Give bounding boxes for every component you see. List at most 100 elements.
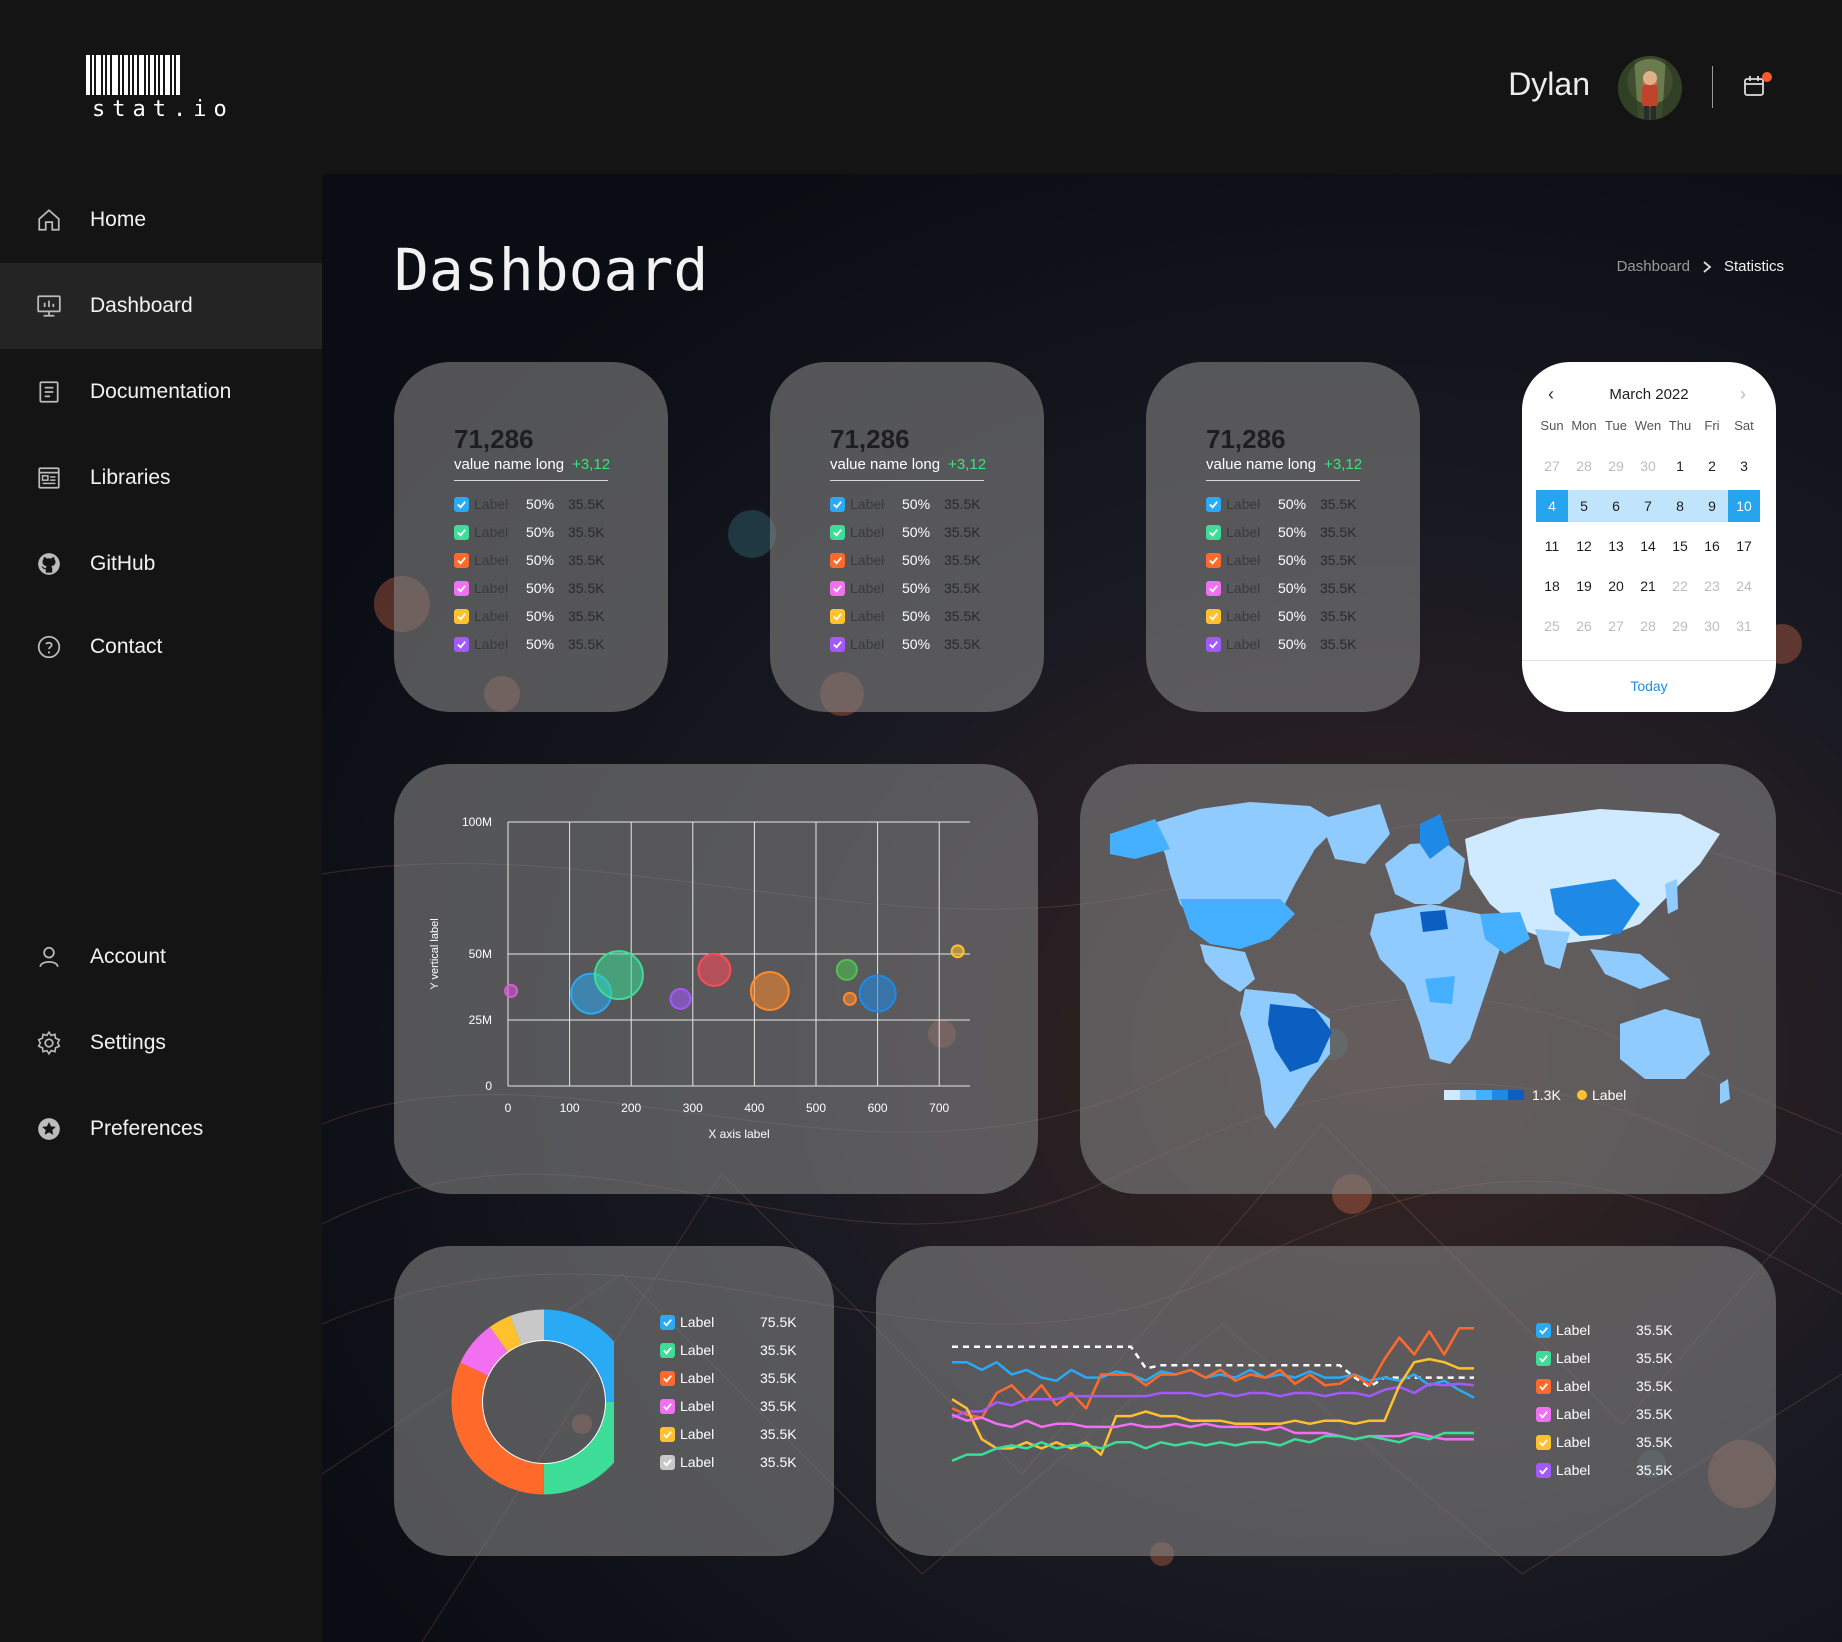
checkbox[interactable] (1206, 552, 1221, 568)
checkbox[interactable] (660, 1342, 675, 1358)
checkbox[interactable] (1536, 1434, 1551, 1450)
avatar[interactable] (1618, 56, 1682, 120)
calendar-day[interactable]: 31 (1728, 610, 1760, 642)
today-button[interactable]: Today (1522, 678, 1776, 694)
map-region-greenland[interactable] (1320, 804, 1390, 864)
checkbox[interactable] (1536, 1406, 1551, 1422)
sidebar-item-settings[interactable]: Settings (0, 1000, 322, 1086)
sidebar-item-contact[interactable]: Contact (0, 604, 322, 690)
calendar-day[interactable]: 24 (1728, 570, 1760, 602)
calendar-day[interactable]: 25 (1536, 610, 1568, 642)
map-region-japan[interactable] (1665, 879, 1678, 914)
line-series[interactable] (951, 1413, 1474, 1441)
checkbox[interactable] (1206, 636, 1221, 652)
calendar-day[interactable]: 21 (1632, 570, 1664, 602)
calendar-day[interactable]: 28 (1568, 450, 1600, 482)
calendar-day[interactable]: 10 (1728, 490, 1760, 522)
calendar-day[interactable]: 27 (1600, 610, 1632, 642)
map-region-mexico[interactable] (1200, 944, 1255, 992)
calendar-day[interactable]: 30 (1696, 610, 1728, 642)
checkbox[interactable] (660, 1426, 675, 1442)
checkbox[interactable] (454, 608, 469, 624)
calendar-day[interactable]: 16 (1696, 530, 1728, 562)
calendar-day[interactable]: 29 (1664, 610, 1696, 642)
bubble-point[interactable] (504, 983, 519, 998)
calendar-day[interactable]: 3 (1728, 450, 1760, 482)
map-region-se-asia[interactable] (1590, 949, 1670, 989)
checkbox[interactable] (454, 636, 469, 652)
sidebar-item-documentation[interactable]: Documentation (0, 349, 322, 435)
sidebar-item-preferences[interactable]: Preferences (0, 1086, 322, 1172)
calendar-day[interactable]: 11 (1536, 530, 1568, 562)
calendar-day[interactable]: 18 (1536, 570, 1568, 602)
calendar-day[interactable]: 1 (1664, 450, 1696, 482)
line-series[interactable] (951, 1382, 1475, 1419)
sidebar-item-home[interactable]: Home (0, 177, 322, 263)
calendar-day[interactable]: 6 (1600, 490, 1632, 522)
checkbox[interactable] (454, 496, 469, 512)
checkbox[interactable] (1536, 1350, 1551, 1366)
checkbox[interactable] (830, 524, 845, 540)
map-region-usa[interactable] (1180, 899, 1295, 949)
checkbox[interactable] (660, 1454, 675, 1470)
map-region-libya[interactable] (1420, 910, 1448, 932)
map-region-india[interactable] (1535, 929, 1570, 969)
checkbox[interactable] (454, 552, 469, 568)
calendar-day[interactable]: 15 (1664, 530, 1696, 562)
sidebar-item-dashboard[interactable]: Dashboard (0, 263, 322, 349)
checkbox[interactable] (830, 552, 845, 568)
calendar-day[interactable]: 13 (1600, 530, 1632, 562)
calendar-day[interactable]: 23 (1696, 570, 1728, 602)
bubble-point[interactable] (858, 974, 897, 1013)
calendar-day[interactable]: 17 (1728, 530, 1760, 562)
calendar-day[interactable]: 20 (1600, 570, 1632, 602)
bubble-point[interactable] (669, 987, 692, 1010)
bubble-point[interactable] (835, 958, 858, 981)
calendar-day[interactable]: 4 (1536, 490, 1568, 522)
checkbox[interactable] (454, 580, 469, 596)
bubble-point[interactable] (950, 944, 965, 959)
calendar-day[interactable]: 29 (1600, 450, 1632, 482)
bubble-point[interactable] (749, 970, 790, 1011)
calendar-day[interactable]: 8 (1664, 490, 1696, 522)
calendar-day[interactable]: 5 (1568, 490, 1600, 522)
map-region-australia[interactable] (1620, 1009, 1710, 1079)
calendar-day[interactable]: 9 (1696, 490, 1728, 522)
breadcrumb-item-dashboard[interactable]: Dashboard (1617, 258, 1690, 275)
sidebar-item-github[interactable]: GitHub (0, 521, 322, 607)
chevron-right-icon[interactable]: › (1740, 384, 1746, 405)
checkbox[interactable] (660, 1370, 675, 1386)
map-region-new-zealand[interactable] (1720, 1079, 1730, 1104)
calendar-day[interactable]: 28 (1632, 610, 1664, 642)
bubble-point[interactable] (842, 991, 857, 1006)
checkbox[interactable] (1206, 496, 1221, 512)
calendar-day[interactable]: 7 (1632, 490, 1664, 522)
checkbox[interactable] (830, 608, 845, 624)
calendar-day[interactable]: 14 (1632, 530, 1664, 562)
sidebar-item-account[interactable]: Account (0, 914, 322, 1000)
checkbox[interactable] (660, 1398, 675, 1414)
calendar-day[interactable]: 27 (1536, 450, 1568, 482)
calendar-day[interactable]: 12 (1568, 530, 1600, 562)
calendar-day[interactable]: 2 (1696, 450, 1728, 482)
brand-logo[interactable]: stat.io (86, 55, 236, 122)
checkbox[interactable] (454, 524, 469, 540)
bubble-point[interactable] (697, 952, 732, 987)
checkbox[interactable] (1206, 608, 1221, 624)
checkbox[interactable] (660, 1314, 675, 1330)
checkbox[interactable] (1206, 524, 1221, 540)
bubble-point[interactable] (593, 950, 644, 1001)
checkbox[interactable] (830, 636, 845, 652)
calendar-day[interactable]: 19 (1568, 570, 1600, 602)
sidebar-item-libraries[interactable]: Libraries (0, 435, 322, 521)
checkbox[interactable] (1536, 1322, 1551, 1338)
checkbox[interactable] (1536, 1378, 1551, 1394)
calendar-day[interactable]: 26 (1568, 610, 1600, 642)
calendar-day[interactable]: 30 (1632, 450, 1664, 482)
checkbox[interactable] (1536, 1462, 1551, 1478)
stat-row-value: 35.5K (568, 496, 605, 512)
checkbox[interactable] (830, 580, 845, 596)
checkbox[interactable] (830, 496, 845, 512)
calendar-day[interactable]: 22 (1664, 570, 1696, 602)
checkbox[interactable] (1206, 580, 1221, 596)
